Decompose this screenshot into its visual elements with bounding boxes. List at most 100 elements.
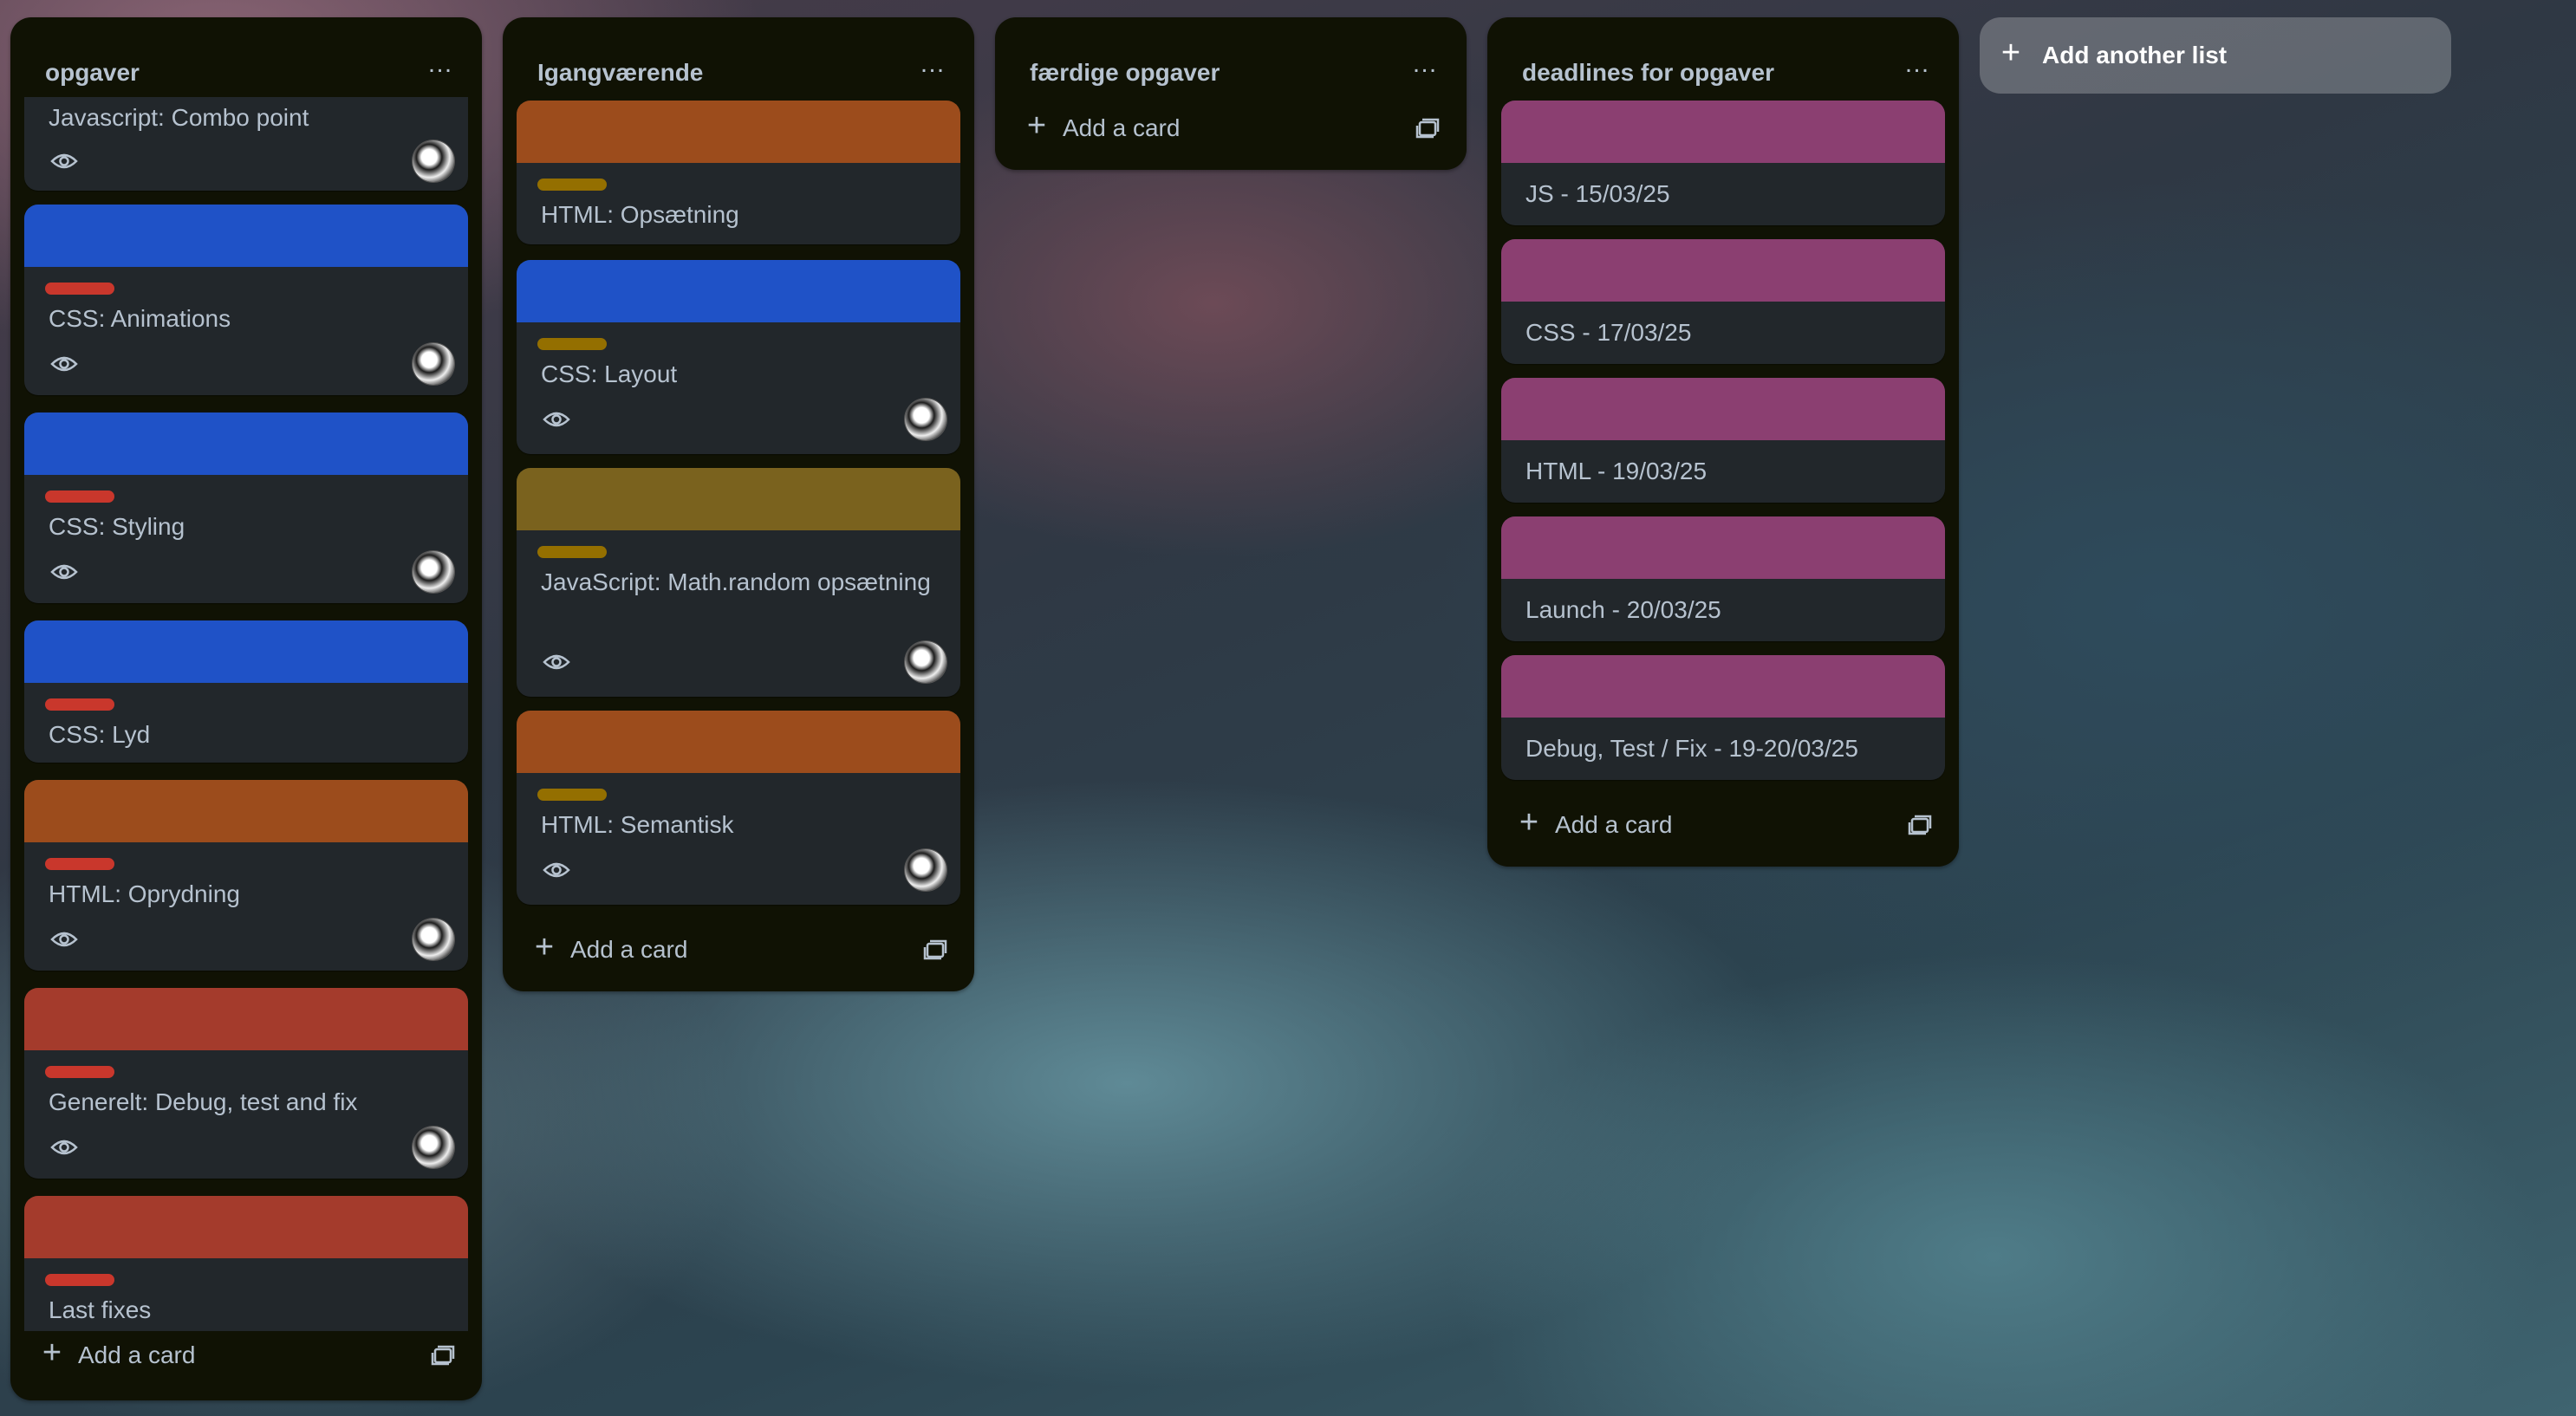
eye-icon [50, 153, 78, 169]
add-list-label: Add another list [2042, 42, 2228, 68]
eye-icon [543, 412, 570, 427]
card-title: Javascript: Combo point [49, 104, 309, 131]
list-title[interactable]: deadlines for opgaver [1522, 59, 1774, 87]
card[interactable]: CSS: Layout [517, 260, 960, 454]
card-label[interactable] [45, 1274, 114, 1286]
list-header[interactable]: opgaver … [10, 17, 482, 94]
card-template-icon[interactable] [430, 1343, 456, 1367]
card[interactable]: JS - 15/03/25 [1501, 101, 1945, 225]
plus-icon: + [534, 929, 555, 965]
card[interactable]: HTML: Opsætning [517, 101, 960, 244]
card-label[interactable] [537, 179, 607, 191]
card[interactable]: CSS: Styling [24, 412, 468, 603]
card-cover [24, 988, 468, 1050]
card-title: Debug, Test / Fix - 19-20/03/25 [1525, 735, 1858, 762]
plus-icon: + [42, 1335, 62, 1371]
card[interactable]: Debug, Test / Fix - 19-20/03/25 [1501, 655, 1945, 780]
member-avatar[interactable] [413, 551, 454, 593]
card[interactable]: CSS: Animations [24, 205, 468, 395]
list-header[interactable]: færdige opgaver … [995, 17, 1467, 94]
plus-icon: + [1026, 107, 1047, 144]
card-title: HTML: Semantisk [541, 811, 734, 838]
member-avatar[interactable] [413, 1127, 454, 1168]
card-list[interactable]: JS - 15/03/25 CSS - 17/03/25 HTML - 19/0… [1501, 101, 1945, 785]
plus-icon: + [1519, 804, 1539, 841]
list-deadlines: deadlines for opgaver … JS - 15/03/25 CS… [1487, 17, 1959, 867]
list-menu-button[interactable]: … [1896, 51, 1938, 83]
card-template-icon[interactable] [1415, 116, 1441, 140]
card-cover [517, 260, 960, 322]
card[interactable]: HTML - 19/03/25 [1501, 378, 1945, 503]
card-template-icon[interactable] [922, 938, 948, 962]
member-avatar[interactable] [413, 343, 454, 385]
card-title: CSS: Lyd [49, 721, 151, 748]
card-list[interactable]: HTML: Opsætning CSS: Layout JavaScript: … [517, 101, 960, 922]
card[interactable]: Javascript: Combo point [24, 97, 468, 191]
card-cover [24, 412, 468, 475]
list-title[interactable]: færdige opgaver [1030, 59, 1220, 87]
list-title[interactable]: opgaver [45, 59, 140, 87]
card-cover [517, 468, 960, 530]
list-igangvaerende: Igangværende … HTML: Opsætning CSS: Layo… [503, 17, 974, 991]
list-title[interactable]: Igangværende [537, 59, 703, 87]
list-header[interactable]: deadlines for opgaver … [1487, 17, 1959, 94]
card-title: CSS: Styling [49, 513, 185, 540]
card-title: Launch - 20/03/25 [1525, 596, 1721, 623]
eye-icon [50, 1140, 78, 1155]
member-avatar[interactable] [413, 919, 454, 960]
card-cover [24, 1196, 468, 1258]
card-label[interactable] [45, 283, 114, 295]
member-avatar[interactable] [905, 399, 946, 440]
card[interactable]: HTML: Oprydning [24, 780, 468, 971]
card[interactable]: CSS - 17/03/25 [1501, 239, 1945, 364]
card-title: HTML: Oprydning [49, 880, 240, 907]
list-menu-button[interactable]: … [912, 51, 953, 83]
card-cover [1501, 655, 1945, 718]
add-card-label: Add a card [78, 1341, 196, 1368]
eye-icon [543, 862, 570, 878]
member-avatar[interactable] [905, 849, 946, 891]
card-label[interactable] [537, 789, 607, 801]
card-cover [24, 620, 468, 683]
add-card-button[interactable]: + Add a card [517, 922, 960, 978]
card-label[interactable] [45, 1066, 114, 1078]
card-title: JavaScript: Math.random opsætning [541, 568, 931, 595]
list-menu-button[interactable]: … [1404, 51, 1446, 83]
list-menu-button[interactable]: … [420, 51, 461, 83]
card-label[interactable] [45, 490, 114, 503]
card[interactable]: Generelt: Debug, test and fix [24, 988, 468, 1179]
card[interactable]: JavaScript: Math.random opsætning [517, 468, 960, 697]
list-header[interactable]: Igangværende … [503, 17, 974, 94]
member-avatar[interactable] [413, 140, 454, 182]
card-title: CSS: Layout [541, 360, 678, 387]
member-avatar[interactable] [905, 641, 946, 683]
card-title: CSS - 17/03/25 [1525, 319, 1692, 346]
card-title: Generelt: Debug, test and fix [49, 1088, 358, 1115]
add-card-button[interactable]: + Add a card [1501, 797, 1945, 853]
card-title: HTML: Opsætning [541, 201, 739, 228]
card-list[interactable]: Javascript: Combo point CSS: Animations … [24, 97, 468, 1331]
list-faerdige-opgaver: færdige opgaver … + Add a card [995, 17, 1467, 170]
card[interactable]: HTML: Semantisk [517, 711, 960, 905]
add-card-button[interactable]: + Add a card [1009, 101, 1453, 156]
card-cover [1501, 101, 1945, 163]
card[interactable]: CSS: Lyd [24, 620, 468, 763]
card-label[interactable] [537, 546, 607, 558]
add-card-label: Add a card [1555, 811, 1673, 838]
card-label[interactable] [45, 698, 114, 711]
add-card-button[interactable]: + Add a card [24, 1328, 468, 1383]
card[interactable]: Launch - 20/03/25 [1501, 516, 1945, 641]
card-cover [24, 780, 468, 842]
add-card-label: Add a card [570, 936, 688, 963]
card-title: JS - 15/03/25 [1525, 180, 1670, 207]
card-cover [1501, 239, 1945, 302]
card-title: HTML - 19/03/25 [1525, 458, 1708, 484]
eye-icon [50, 564, 78, 580]
card-label[interactable] [45, 858, 114, 870]
card[interactable]: Last fixes [24, 1196, 468, 1331]
card-title: Last fixes [49, 1296, 152, 1323]
card-cover [1501, 516, 1945, 579]
card-template-icon[interactable] [1907, 813, 1933, 837]
add-another-list-button[interactable]: + Add another list [1980, 17, 2451, 94]
card-label[interactable] [537, 338, 607, 350]
